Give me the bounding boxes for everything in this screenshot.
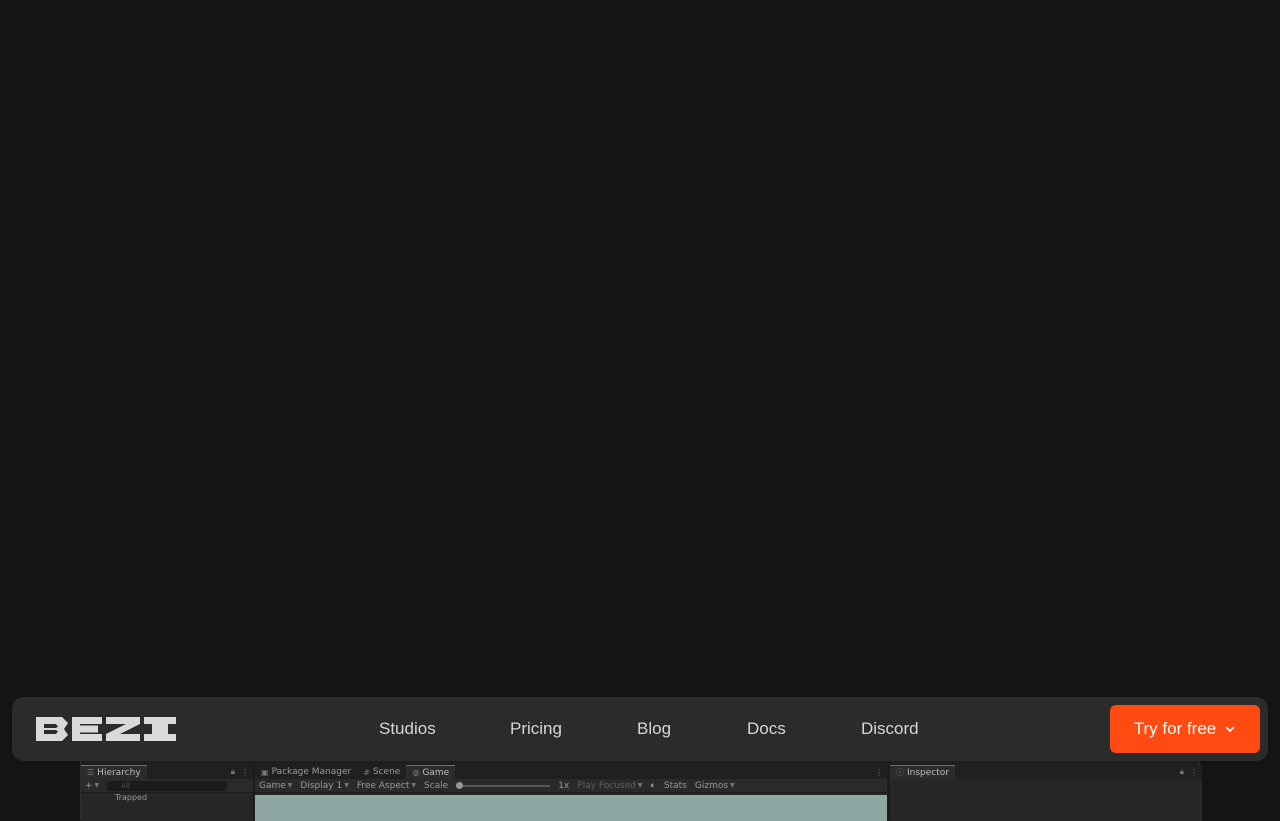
caret-down-icon: ▼ <box>287 782 293 789</box>
more-icon[interactable]: ⋮ <box>875 768 883 777</box>
bezi-logo[interactable] <box>36 717 176 741</box>
more-icon[interactable]: ⋮ <box>241 768 249 777</box>
nav-link-blog[interactable]: Blog <box>637 717 671 741</box>
aspect-value: Free Aspect <box>356 780 410 791</box>
tab-package-manager[interactable]: ▣ Package Manager <box>255 765 357 779</box>
tab-scene-label: Scene <box>372 767 401 777</box>
hierarchy-search-input[interactable]: All <box>107 780 228 791</box>
inspector-tab[interactable]: ⓘ Inspector <box>890 765 955 779</box>
gamepad-icon: ◍ <box>412 768 420 777</box>
display-value: Display 1 <box>300 780 343 791</box>
add-object-button[interactable]: + ▼ <box>85 781 99 791</box>
bezi-logo-mark <box>36 717 176 741</box>
stats-button[interactable]: Stats <box>664 781 687 791</box>
tab-game[interactable]: ◍ Game <box>406 765 456 779</box>
inspector-panel: ⓘ Inspector 🔒︎ ⋮ <box>889 765 1202 821</box>
hierarchy-tab-tools: 🔒︎ ⋮ <box>231 765 249 779</box>
game-viewport[interactable] <box>255 795 887 821</box>
tab-game-label: Game <box>422 767 450 778</box>
try-for-free-button[interactable]: Try for free <box>1110 705 1260 753</box>
tab-scene[interactable]: # Scene <box>357 765 406 779</box>
package-icon: ▣ <box>261 767 269 777</box>
aspect-dropdown[interactable]: Free Aspect ▼ <box>357 781 416 791</box>
scale-label: Scale <box>423 780 449 791</box>
scale-value: 1x <box>558 780 570 791</box>
inspector-tab-row: ⓘ Inspector 🔒︎ ⋮ <box>890 765 1202 779</box>
center-tab-row: ▣ Package Manager # Scene ◍ Game ⋮ <box>255 765 887 779</box>
lock-icon[interactable]: 🔒︎ <box>1180 767 1184 777</box>
list-icon: ☰ <box>87 768 95 777</box>
chevron-down-icon <box>1225 726 1235 732</box>
caret-down-icon: ▼ <box>94 782 100 789</box>
hierarchy-tab[interactable]: ☰ Hierarchy <box>81 765 147 779</box>
play-mode-value: Play Focused <box>577 780 636 791</box>
gizmos-value: Gizmos <box>694 780 729 791</box>
hierarchy-panel: ☰ Hierarchy 🔒︎ ⋮ + ▼ All Trapped <box>81 765 254 821</box>
game-mode-value: Game <box>259 780 286 791</box>
nav-link-pricing[interactable]: Pricing <box>510 717 562 741</box>
game-tab-tools: ⋮ <box>875 765 883 779</box>
hierarchy-tab-label: Hierarchy <box>97 767 141 778</box>
more-icon[interactable]: ⋮ <box>1190 768 1198 777</box>
game-mode-dropdown[interactable]: Game ▼ <box>259 781 292 791</box>
play-mode-dropdown[interactable]: Play Focused ▼ <box>577 781 642 791</box>
game-toolbar: Game ▼ Display 1 ▼ Free Aspect ▼ Scale 1x P… <box>255 779 887 793</box>
caret-down-icon: ▼ <box>344 782 349 789</box>
nav-links: Studios Pricing Blog Docs Discord <box>12 697 1268 761</box>
nav-link-discord[interactable]: Discord <box>861 717 919 741</box>
nav-link-studios[interactable]: Studios <box>379 717 436 741</box>
try-for-free-label: Try for free <box>1133 719 1217 738</box>
game-panel: ▣ Package Manager # Scene ◍ Game ⋮ Game ▼… <box>255 765 887 821</box>
caret-down-icon: ▼ <box>411 782 416 789</box>
nav-link-docs[interactable]: Docs <box>747 717 786 741</box>
hierarchy-toolbar: + ▼ All <box>81 779 253 793</box>
tab-package-manager-label: Package Manager <box>271 767 352 777</box>
mute-audio-icon[interactable]: 🔈︎ <box>650 781 655 791</box>
lock-icon[interactable]: 🔒︎ <box>231 767 235 777</box>
gizmos-dropdown[interactable]: Gizmos ▼ <box>695 781 735 791</box>
caret-down-icon: ▼ <box>730 782 735 789</box>
hierarchy-tab-row: ☰ Hierarchy 🔒︎ ⋮ <box>81 765 253 779</box>
info-icon: ⓘ <box>896 768 904 777</box>
display-dropdown[interactable]: Display 1 ▼ <box>300 781 348 791</box>
inspector-tab-tools: 🔒︎ ⋮ <box>1180 765 1198 779</box>
grid-icon: # <box>363 767 370 777</box>
hierarchy-item[interactable]: Trapped <box>115 793 147 802</box>
scale-slider[interactable] <box>456 781 551 789</box>
inspector-tab-label: Inspector <box>907 767 949 778</box>
main-nav: Studios Pricing Blog Docs Discord Try fo… <box>12 697 1268 761</box>
caret-down-icon: ▼ <box>637 782 643 789</box>
